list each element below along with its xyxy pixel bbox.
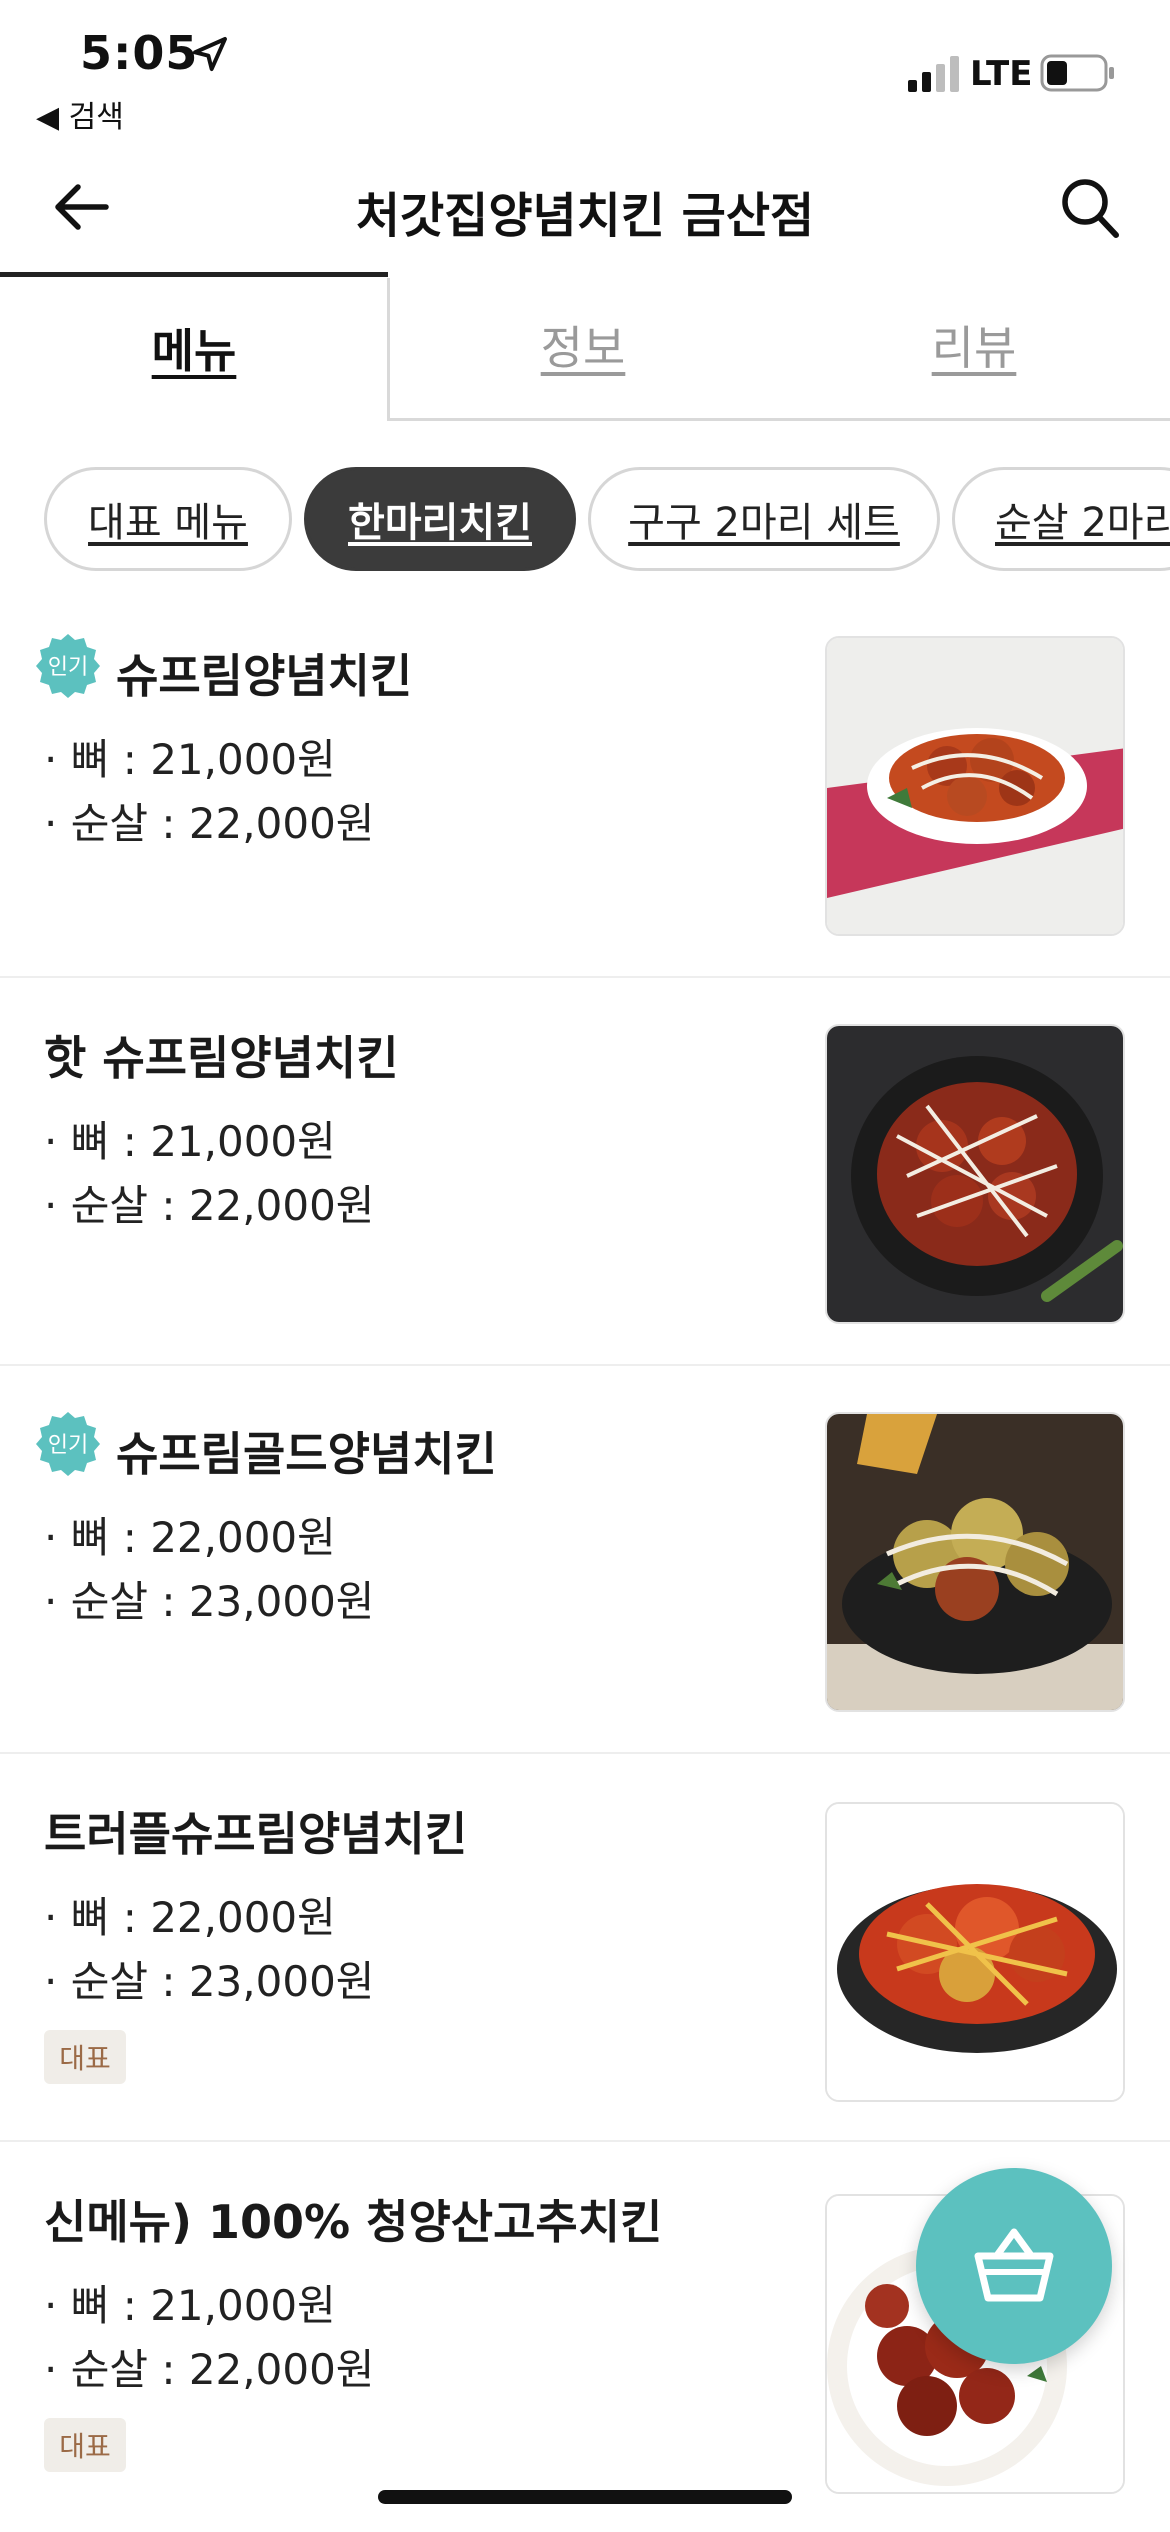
signature-tag: 대표 xyxy=(44,2030,126,2084)
menu-item-name: 핫 슈프림양념치킨 xyxy=(44,1031,399,1085)
tab-divider-vertical xyxy=(387,278,390,421)
status-back-link[interactable]: ◀ 검색 xyxy=(36,92,124,136)
menu-item-image xyxy=(825,1802,1125,2102)
price-bone: · 뼈 : 21,000원 xyxy=(44,1117,336,1166)
tab-bar: 메뉴 정보 리뷰 xyxy=(0,272,1170,422)
popular-badge-icon: 인기 xyxy=(36,1412,100,1476)
menu-item-image xyxy=(825,636,1125,936)
tab-info[interactable]: 정보 xyxy=(388,272,778,418)
menu-item[interactable]: 트러플슈프림양념치킨 · 뼈 : 22,000원 · 순살 : 23,000원 … xyxy=(0,1754,1170,2142)
price-boneless: · 순살 : 22,000원 xyxy=(44,1181,375,1230)
cart-button[interactable] xyxy=(916,2168,1112,2364)
search-icon[interactable] xyxy=(1058,174,1120,240)
chip-signature-menu[interactable]: 대표 메뉴 xyxy=(44,467,292,571)
svg-text:인기: 인기 xyxy=(48,655,88,680)
chip-whole-chicken[interactable]: 한마리치킨 xyxy=(304,467,576,571)
page-title: 처갓집양념치킨 금산점 xyxy=(355,188,815,244)
signal-icon xyxy=(908,56,959,92)
price-boneless: · 순살 : 22,000원 xyxy=(44,2345,375,2394)
price-bone: · 뼈 : 21,000원 xyxy=(44,735,336,784)
menu-item-image xyxy=(825,1024,1125,1324)
chip-99-two-set[interactable]: 구구 2마리 세트 xyxy=(588,467,940,571)
price-bone: · 뼈 : 22,000원 xyxy=(44,1513,336,1562)
signature-tag: 대표 xyxy=(44,2418,126,2472)
status-time: 5:05 xyxy=(80,26,199,80)
tab-divider xyxy=(388,418,1170,421)
price-boneless: · 순살 : 23,000원 xyxy=(44,1957,375,2006)
menu-item-name: 슈프림양념치킨 xyxy=(116,649,413,703)
price-boneless: · 순살 : 23,000원 xyxy=(44,1577,375,1626)
location-arrow-icon xyxy=(193,37,227,71)
tab-menu[interactable]: 메뉴 xyxy=(0,272,388,418)
home-indicator xyxy=(378,2490,792,2504)
menu-item[interactable]: 인기 슈프림양념치킨 · 뼈 : 21,000원 · 순살 : 22,000원 xyxy=(0,590,1170,978)
basket-icon xyxy=(974,2228,1054,2302)
battery-icon xyxy=(1040,54,1114,92)
chip-boneless-two[interactable]: 순살 2마리 xyxy=(952,467,1170,571)
menu-item-name: 신메뉴) 100% 청양산고추치킨 xyxy=(44,2195,663,2249)
menu-item[interactable]: 인기 슈프림골드양념치킨 · 뼈 : 22,000원 · 순살 : 23,000… xyxy=(0,1366,1170,1754)
popular-badge-icon: 인기 xyxy=(36,634,100,698)
menu-item-image xyxy=(825,1412,1125,1712)
svg-text:인기: 인기 xyxy=(48,1433,88,1458)
tab-reviews[interactable]: 리뷰 xyxy=(778,272,1170,418)
menu-item-name: 트러플슈프림양념치킨 xyxy=(44,1807,468,1861)
network-label: LTE xyxy=(970,54,1033,94)
price-bone: · 뼈 : 21,000원 xyxy=(44,2281,336,2330)
price-boneless: · 순살 : 22,000원 xyxy=(44,799,375,848)
menu-item[interactable]: 핫 슈프림양념치킨 · 뼈 : 21,000원 · 순살 : 22,000원 xyxy=(0,978,1170,1366)
price-bone: · 뼈 : 22,000원 xyxy=(44,1893,336,1942)
menu-item-name: 슈프림골드양념치킨 xyxy=(116,1427,497,1481)
